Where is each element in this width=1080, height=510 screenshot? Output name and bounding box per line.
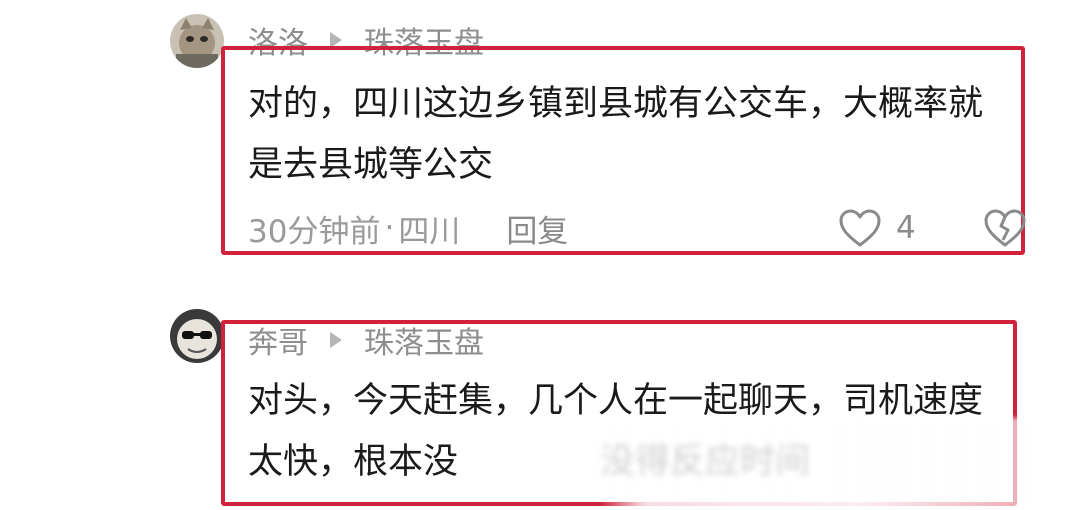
broken-heart-icon [984, 209, 1026, 247]
heart-icon [839, 209, 881, 247]
avatar[interactable] [170, 14, 224, 68]
timestamp: 30分钟前 [248, 213, 381, 250]
like-count: 4 [896, 210, 916, 246]
location: 四川 [398, 213, 461, 250]
comment-footer: 30分钟前 · 四川 回复 [248, 206, 568, 251]
comment-text: 对的，四川这边乡镇到县城有公交车，大概率就是去县城等公交 [248, 84, 984, 185]
reply-button[interactable]: 回复 [506, 206, 568, 251]
avatar[interactable] [170, 309, 224, 363]
dislike-button[interactable] [983, 208, 1027, 252]
separator-dot: · [384, 210, 395, 246]
like-button[interactable]: 4 [838, 208, 916, 248]
blurred-text: 没得反应时间 [600, 442, 811, 482]
